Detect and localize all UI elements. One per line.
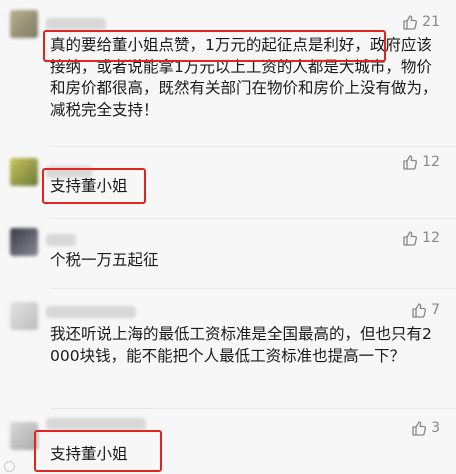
avatar[interactable]: [10, 302, 38, 330]
thumbs-up-icon: [412, 303, 427, 318]
like-count: 3: [431, 420, 440, 436]
thumbs-up-icon: [412, 421, 427, 436]
comment-item: 7 我还听说上海的最低工资标准是全国最高的，但也只有2000块钱，能不能把个人最…: [0, 290, 456, 410]
username[interactable]: [46, 418, 146, 430]
like-count: 7: [431, 302, 440, 318]
like-button[interactable]: 12: [402, 230, 440, 246]
like-count: 12: [422, 154, 440, 170]
avatar[interactable]: [10, 228, 38, 256]
highlight-box: [43, 30, 386, 62]
highlight-box: [34, 430, 162, 472]
divider: [50, 288, 456, 289]
comment-item: 21 真的要给董小姐点赞，1万元的起征点是利好，政府应该接纳，或者说能拿1万元以…: [0, 0, 456, 150]
comment-item: 3 支持董小姐: [0, 410, 456, 474]
like-button[interactable]: 3: [411, 420, 440, 436]
comment-item: 12 支持董小姐: [0, 148, 456, 220]
watermark-logo-icon: [4, 461, 15, 472]
watermark: [4, 461, 15, 472]
like-button[interactable]: 12: [402, 154, 440, 170]
divider: [50, 408, 456, 409]
comment-list: 21 真的要给董小姐点赞，1万元的起征点是利好，政府应该接纳，或者说能拿1万元以…: [0, 0, 456, 474]
highlight-box: [42, 168, 146, 204]
avatar[interactable]: [10, 158, 38, 186]
username[interactable]: [46, 234, 76, 246]
thumbs-up-icon: [403, 231, 418, 246]
like-count: 21: [422, 14, 440, 30]
like-count: 12: [422, 230, 440, 246]
comment-item: 12 个税一万五起征: [0, 220, 456, 290]
like-button[interactable]: 21: [402, 14, 440, 30]
divider: [50, 146, 456, 147]
like-button[interactable]: 7: [411, 302, 440, 318]
comment-text: 个税一万五起征: [50, 251, 159, 269]
thumbs-up-icon: [403, 155, 418, 170]
thumbs-up-icon: [403, 15, 418, 30]
comment-text: 我还听说上海的最低工资标准是全国最高的，但也只有2000块钱，能不能把个人最低工…: [50, 325, 432, 365]
divider: [50, 218, 456, 219]
username[interactable]: [46, 18, 106, 30]
username[interactable]: [46, 306, 136, 318]
avatar[interactable]: [10, 10, 38, 38]
